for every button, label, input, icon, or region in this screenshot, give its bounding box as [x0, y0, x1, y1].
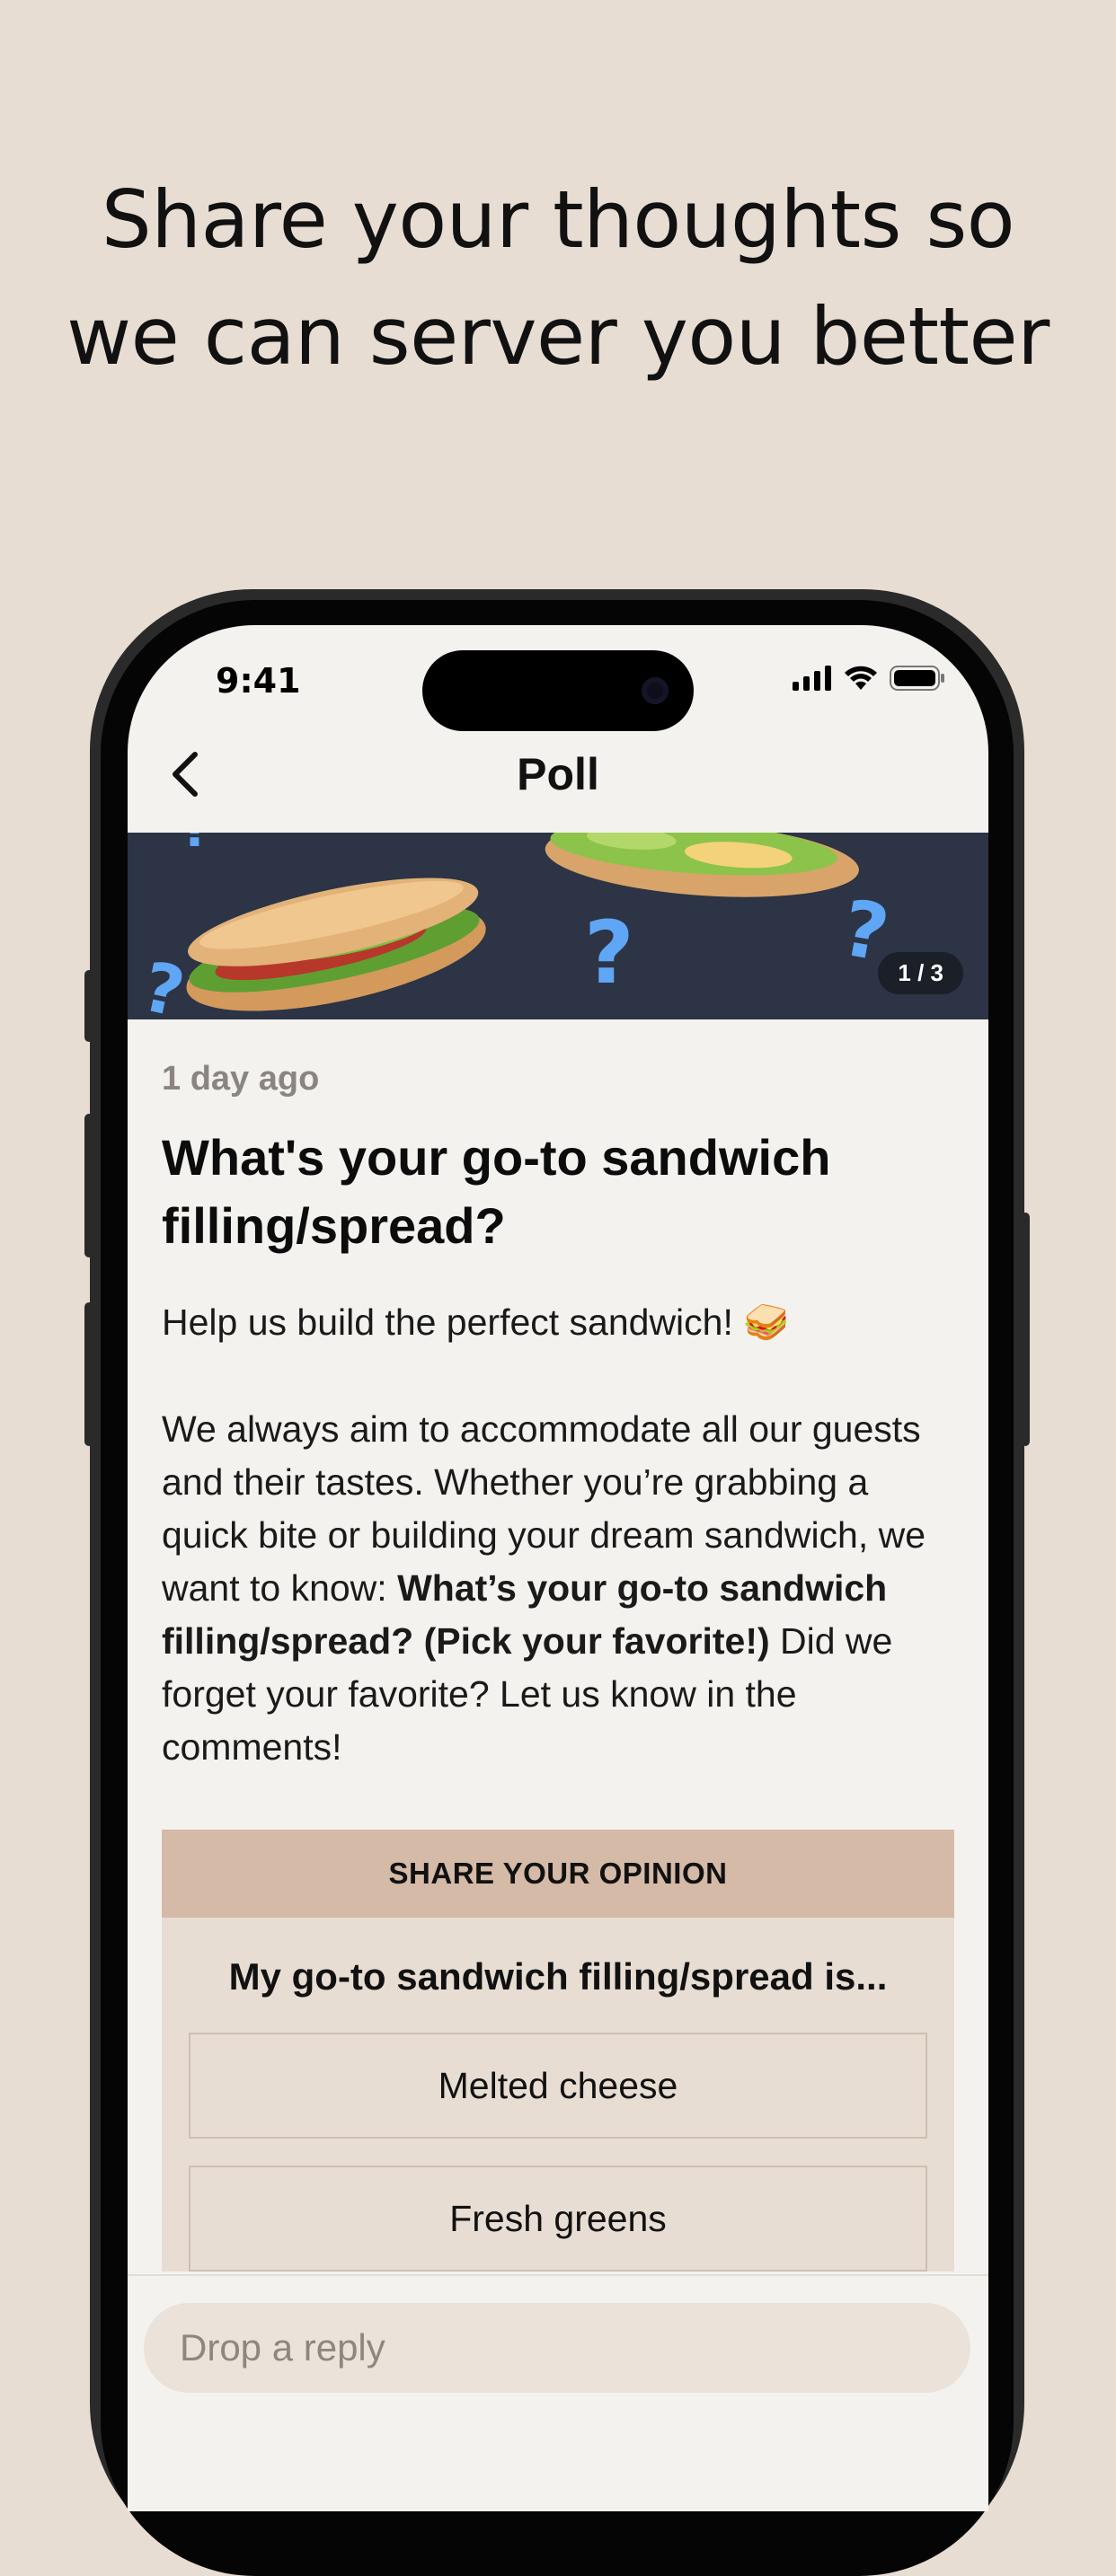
reply-bar: [128, 2274, 988, 2456]
image-counter-badge: 1 / 3: [878, 952, 963, 994]
wifi-icon: [845, 666, 877, 690]
nav-title: Poll: [517, 749, 599, 799]
post-body: Help us build the perfect sandwich! 🥪 We…: [162, 1296, 954, 1774]
poll-option-fresh-greens[interactable]: Fresh greens: [189, 2166, 927, 2272]
marketing-headline: Share your thoughts so we can server you…: [0, 162, 1116, 395]
poll-card: SHARE YOUR OPINION My go-to sandwich fil…: [162, 1830, 954, 2272]
battery-icon: [890, 666, 944, 691]
status-icons: [793, 665, 945, 692]
post-title: What's your go-to sandwich filling/sprea…: [162, 1129, 831, 1254]
headline-line-2: we can server you better: [66, 290, 1050, 383]
poll-question: My go-to sandwich filling/spread is...: [228, 1955, 888, 1998]
reply-input[interactable]: [144, 2303, 970, 2393]
question-mark-icon: ?: [182, 833, 210, 859]
phone-screen: 9:41 Poll ? ? ? 1 / 3 1 day ago What's y…: [128, 625, 988, 2511]
front-camera-icon: [642, 677, 669, 704]
question-mark-icon: ?: [584, 903, 634, 1003]
dynamic-island: [422, 650, 694, 731]
poll-header: SHARE YOUR OPINION: [162, 1830, 954, 1918]
post-description: We always aim to accommodate all our gue…: [162, 1403, 954, 1774]
signal-icon: [793, 666, 831, 691]
status-time: 9:41: [216, 661, 301, 701]
post-content: 1 day ago What's your go-to sandwich fil…: [162, 1020, 954, 2298]
poll-option-melted-cheese[interactable]: Melted cheese: [189, 2033, 927, 2139]
post-timestamp: 1 day ago: [162, 1060, 320, 1098]
poll-banner-image[interactable]: ? ? ? ? 1 / 3: [128, 833, 988, 1019]
headline-line-1: Share your thoughts so: [101, 173, 1015, 266]
post-intro: Help us build the perfect sandwich! 🥪: [162, 1301, 790, 1343]
